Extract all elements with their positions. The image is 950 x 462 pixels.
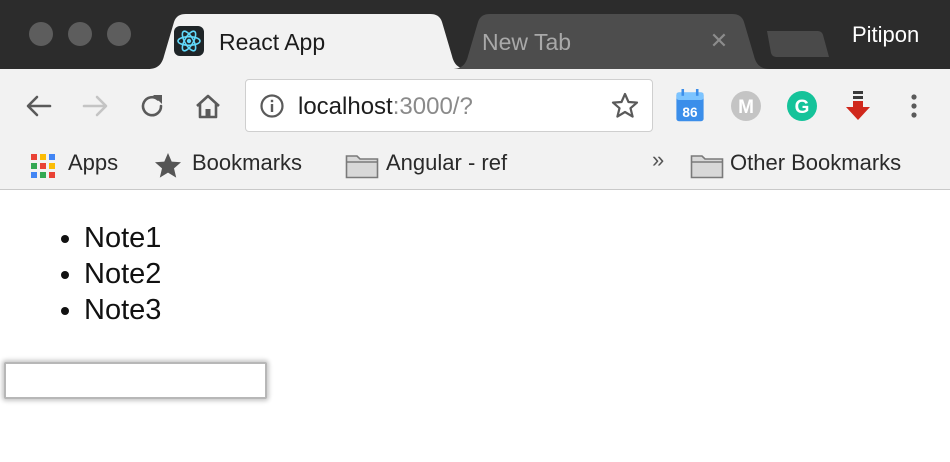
- profile-name[interactable]: Pitipon: [852, 22, 919, 48]
- m-extension-letter: M: [738, 97, 754, 118]
- bookmarks-overflow-button[interactable]: »: [652, 147, 664, 173]
- new-tab-button[interactable]: [765, 29, 831, 59]
- apps-grid-icon: [31, 154, 55, 178]
- grammarly-extension-icon[interactable]: G: [785, 89, 819, 123]
- tab-title: React App: [219, 29, 326, 55]
- folder-icon: [345, 155, 379, 179]
- list-item: Note3: [84, 292, 161, 328]
- address-bar[interactable]: localhost:3000/?: [245, 79, 653, 132]
- list-item: Note1: [84, 220, 161, 256]
- bookmark-label: Apps: [68, 150, 119, 175]
- star-icon: [155, 153, 181, 178]
- url-path: :3000/?: [392, 93, 473, 120]
- bookmark-label: Bookmarks: [192, 150, 303, 175]
- back-arrow-icon[interactable]: [24, 91, 54, 121]
- download-extension-icon[interactable]: [841, 89, 875, 123]
- url-text: localhost:3000/?: [298, 93, 473, 121]
- minimize-window-button[interactable]: [68, 22, 92, 46]
- tab-new-tab[interactable]: New Tab ✕: [452, 14, 770, 69]
- zoom-window-button[interactable]: [107, 22, 131, 46]
- browser-toolbar: localhost:3000/? 86 M G: [0, 69, 950, 141]
- react-icon: [174, 26, 204, 56]
- bookmarks-bar: Apps Bookmarks Angular - ref » Other Boo…: [0, 141, 950, 190]
- star-icon[interactable]: [610, 91, 640, 121]
- calendar-extension-icon[interactable]: 86: [673, 89, 707, 123]
- calendar-badge: 86: [682, 105, 698, 120]
- info-icon[interactable]: [259, 93, 285, 119]
- m-extension-icon[interactable]: M: [729, 89, 763, 123]
- note-input[interactable]: [4, 362, 267, 399]
- grammarly-letter: G: [795, 97, 810, 118]
- tab-close-icon[interactable]: ✕: [706, 28, 732, 54]
- forward-arrow-icon[interactable]: [80, 91, 110, 121]
- notes-list: Note1 Note2 Note3: [84, 220, 161, 328]
- bookmark-angular-ref[interactable]: Angular - ref: [345, 148, 540, 179]
- bookmark-label: Angular - ref: [386, 150, 508, 175]
- close-window-button[interactable]: [29, 22, 53, 46]
- bookmark-bookmarks[interactable]: Bookmarks: [153, 148, 328, 178]
- bookmark-other-bookmarks[interactable]: Other Bookmarks: [690, 148, 940, 179]
- bookmark-apps[interactable]: Apps: [30, 148, 130, 178]
- folder-icon: [690, 155, 724, 179]
- reload-icon[interactable]: [137, 91, 167, 121]
- page-content: Note1 Note2 Note3: [0, 190, 950, 462]
- list-item: Note2: [84, 256, 161, 292]
- home-icon[interactable]: [193, 91, 223, 121]
- tab-react-app[interactable]: React App ✕: [148, 14, 589, 69]
- tab-strip: React App ✕ New Tab ✕ Pitipon: [0, 0, 950, 69]
- bookmark-label: Other Bookmarks: [730, 150, 902, 175]
- tab-title: New Tab: [482, 29, 572, 55]
- url-host: localhost: [298, 93, 393, 120]
- kebab-menu-icon[interactable]: [899, 91, 929, 121]
